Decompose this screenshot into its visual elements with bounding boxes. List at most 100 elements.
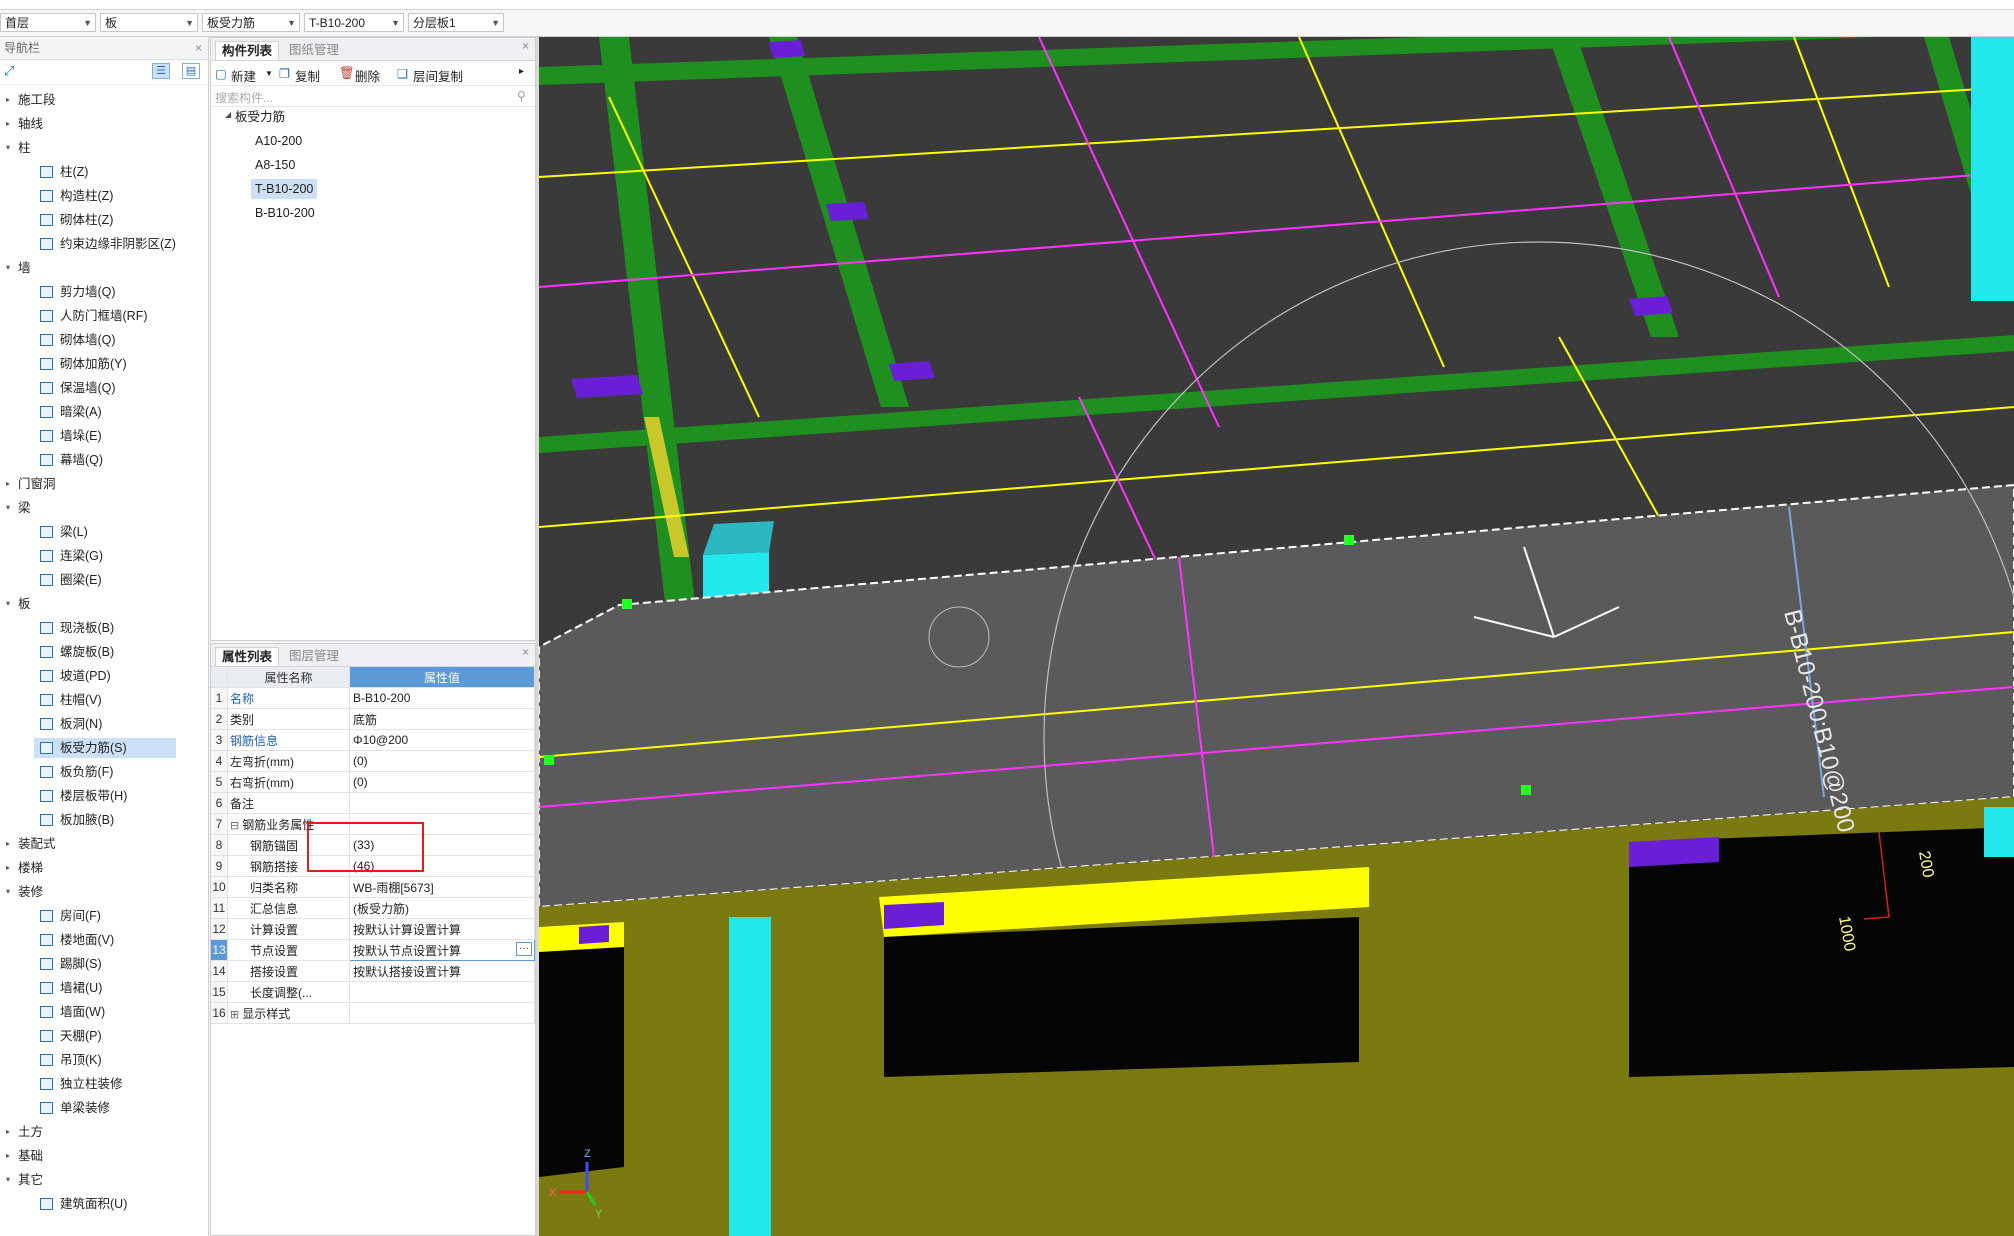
expand-icon[interactable]: ▸ xyxy=(2,473,14,495)
property-row[interactable]: 1 名称 B-B10-200 xyxy=(211,687,535,709)
sidebar-item-41[interactable]: 独立柱装修 xyxy=(0,1073,200,1095)
sidebar-item-34[interactable]: 房间(F) xyxy=(0,905,200,927)
more-options-icon[interactable]: ··· xyxy=(516,942,532,956)
sidebar-item-29[interactable]: 楼层板带(H) xyxy=(0,785,200,807)
sidebar-item-20[interactable]: 圈梁(E) xyxy=(0,569,200,591)
tab-drawing-management[interactable]: 图纸管理 xyxy=(283,41,345,59)
sidebar-item-25[interactable]: 柱帽(V) xyxy=(0,689,200,711)
sidebar-item-40[interactable]: 吊顶(K) xyxy=(0,1049,200,1071)
sidebar-item-1[interactable]: ▸ 轴线 xyxy=(0,113,200,135)
grip-handle[interactable] xyxy=(1344,535,1354,545)
expand-icon[interactable]: ▸ xyxy=(2,89,14,111)
collapse-icon[interactable]: ▾ xyxy=(2,881,14,903)
sidebar-item-35[interactable]: 楼地面(V) xyxy=(0,929,200,951)
type-select[interactable]: 板受力筋 ▼ xyxy=(202,13,300,32)
list-view-icon[interactable]: ☰ xyxy=(152,63,170,79)
delete-button[interactable]: 删除 xyxy=(355,66,380,85)
sidebar-item-15[interactable]: 幕墙(Q) xyxy=(0,449,200,471)
property-row[interactable]: 16 ⊞ 显示样式 xyxy=(211,1002,535,1024)
sidebar-item-21[interactable]: ▾ 板 xyxy=(0,593,200,615)
sidebar-item-43[interactable]: ▸ 土方 xyxy=(0,1121,200,1143)
component-item-t-b10-200[interactable]: T-B10-200 xyxy=(251,179,318,199)
sidebar-item-13[interactable]: 暗梁(A) xyxy=(0,401,200,423)
sidebar-item-7[interactable]: ▾ 墙 xyxy=(0,257,200,279)
expand-icon[interactable]: ▸ xyxy=(2,833,14,855)
property-value-cell[interactable]: Φ10@200 xyxy=(349,729,535,751)
grip-handle[interactable] xyxy=(1521,785,1531,795)
component-select[interactable]: T-B10-200 ▼ xyxy=(304,13,404,32)
sidebar-item-12[interactable]: 保温墙(Q) xyxy=(0,377,200,399)
property-value-cell[interactable]: 按默认搭接设置计算 xyxy=(349,960,535,982)
sidebar-item-2[interactable]: ▾ 柱 xyxy=(0,137,200,159)
property-row[interactable]: 12 计算设置 按默认计算设置计算 xyxy=(211,918,535,940)
sidebar-item-44[interactable]: ▸ 基础 xyxy=(0,1145,200,1167)
property-row[interactable]: 14 搭接设置 按默认搭接设置计算 xyxy=(211,960,535,982)
sidebar-item-19[interactable]: 连梁(G) xyxy=(0,545,200,567)
component-item-a8-150[interactable]: A8-150 xyxy=(251,155,299,175)
property-row[interactable]: 5 右弯折(mm) (0) xyxy=(211,771,535,793)
sidebar-item-16[interactable]: ▸ 门窗洞 xyxy=(0,473,200,495)
sidebar-item-36[interactable]: 踢脚(S) xyxy=(0,953,200,975)
property-value-cell[interactable] xyxy=(349,792,535,814)
property-value-cell[interactable]: B-B10-200 xyxy=(349,687,535,709)
collapse-icon[interactable]: ⊟ xyxy=(230,820,239,832)
property-value-cell[interactable]: (0) xyxy=(349,771,535,793)
sidebar-item-32[interactable]: ▸ 楼梯 xyxy=(0,857,200,879)
component-item-b-b10-200[interactable]: B-B10-200 xyxy=(251,203,319,223)
property-value-cell[interactable]: 按默认节点设置计算 ··· xyxy=(349,939,535,961)
tab-property-list[interactable]: 属性列表 xyxy=(215,647,280,666)
new-button[interactable]: 新建 xyxy=(231,66,256,85)
sidebar-item-22[interactable]: 现浇板(B) xyxy=(0,617,200,639)
layer-select[interactable]: 分层板1 ▼ xyxy=(408,13,504,32)
sidebar-item-38[interactable]: 墙面(W) xyxy=(0,1001,200,1023)
collapse-icon[interactable]: ▾ xyxy=(2,593,14,615)
collapse-icon[interactable]: ▾ xyxy=(2,497,14,519)
collapse-icon[interactable]: ▾ xyxy=(2,257,14,279)
close-icon[interactable]: × xyxy=(522,645,529,659)
property-row[interactable]: 10 归类名称 WB-雨棚[5673] xyxy=(211,876,535,898)
property-row[interactable]: 6 备注 xyxy=(211,792,535,814)
property-value-cell[interactable]: 底筋 xyxy=(349,708,535,730)
sidebar-item-9[interactable]: 人防门框墙(RF) xyxy=(0,305,200,327)
sidebar-item-24[interactable]: 坡道(PD) xyxy=(0,665,200,687)
tab-component-list[interactable]: 构件列表 xyxy=(215,41,280,60)
property-row[interactable]: 15 长度调整(... xyxy=(211,981,535,1003)
sidebar-item-0[interactable]: ▸ 施工段 xyxy=(0,89,200,111)
more-icon[interactable]: ▸ xyxy=(519,66,524,77)
sidebar-item-5[interactable]: 砌体柱(Z) xyxy=(0,209,200,231)
property-value-cell[interactable] xyxy=(349,1002,535,1024)
component-item-a10-200[interactable]: A10-200 xyxy=(251,131,306,151)
category-select[interactable]: 板 ▼ xyxy=(100,13,198,32)
sidebar-item-10[interactable]: 砌体墙(Q) xyxy=(0,329,200,351)
sidebar-item-11[interactable]: 砌体加筋(Y) xyxy=(0,353,200,375)
expand-icon[interactable]: ▸ xyxy=(2,1145,14,1167)
sidebar-item-46[interactable]: 建筑面积(U) xyxy=(0,1193,200,1215)
property-row[interactable]: 4 左弯折(mm) (0) xyxy=(211,750,535,772)
property-row[interactable]: 11 汇总信息 (板受力筋) xyxy=(211,897,535,919)
sidebar-item-18[interactable]: 梁(L) xyxy=(0,521,200,543)
sidebar-item-30[interactable]: 板加腋(B) xyxy=(0,809,200,831)
sidebar-item-4[interactable]: 构造柱(Z) xyxy=(0,185,200,207)
sidebar-item-3[interactable]: 柱(Z) xyxy=(0,161,200,183)
pin-icon[interactable]: ⤢ xyxy=(4,63,14,79)
close-icon[interactable]: × xyxy=(195,37,202,59)
property-value-cell[interactable]: 按默认计算设置计算 xyxy=(349,918,535,940)
property-row[interactable]: 13 节点设置 按默认节点设置计算 ··· xyxy=(211,939,535,961)
tab-layer-management[interactable]: 图层管理 xyxy=(283,647,345,665)
property-row[interactable]: 3 钢筋信息 Φ10@200 xyxy=(211,729,535,751)
sidebar-item-27[interactable]: 板受力筋(S) xyxy=(0,737,200,759)
sidebar-item-14[interactable]: 墙垛(E) xyxy=(0,425,200,447)
component-root[interactable]: 板受力筋 xyxy=(231,107,289,127)
expand-icon[interactable]: ⊞ xyxy=(230,1009,239,1021)
expand-icon[interactable]: ▸ xyxy=(2,113,14,135)
sidebar-item-26[interactable]: 板洞(N) xyxy=(0,713,200,735)
chevron-down-icon[interactable]: ▼ xyxy=(265,69,273,78)
grip-handle[interactable] xyxy=(544,755,554,765)
floor-copy-button[interactable]: 层间复制 xyxy=(413,66,463,85)
sidebar-item-45[interactable]: ▾ 其它 xyxy=(0,1169,200,1191)
floor-select[interactable]: 首层 ▼ xyxy=(0,13,96,32)
sidebar-item-8[interactable]: 剪力墙(Q) xyxy=(0,281,200,303)
property-value-cell[interactable]: WB-雨棚[5673] xyxy=(349,876,535,898)
copy-button[interactable]: 复制 xyxy=(295,66,320,85)
search-icon[interactable]: ⚲ xyxy=(517,89,526,103)
